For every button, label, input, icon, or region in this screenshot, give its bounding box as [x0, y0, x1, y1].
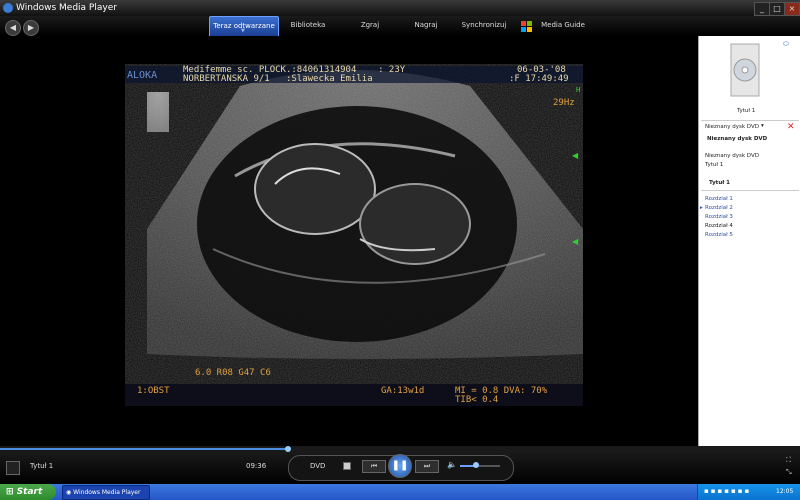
chapter-item[interactable]: Rozdział 4 [705, 223, 733, 229]
minimize-button[interactable]: _ [754, 2, 770, 16]
back-button[interactable]: ◀ [5, 20, 21, 36]
exam-time: :F 17:49:49 [509, 74, 569, 84]
maximize-button[interactable]: □ [769, 2, 785, 16]
brand-label: ALOKA [127, 70, 158, 81]
depth-marker-icon: ◀ [572, 237, 579, 246]
cover-title: Tytuł 1 [737, 108, 756, 114]
pause-button[interactable]: ❚❚ [388, 454, 412, 478]
chapter-item[interactable]: Rozdział 3 [705, 214, 733, 220]
clock: 12:05 [776, 488, 794, 495]
ultrasound-image: ALOKA Medifemme sc. PLOCK.:84061314904 :… [125, 64, 583, 406]
dvd-menu-button[interactable]: DVD [310, 462, 325, 470]
title-bar: Windows Media Player _ □ × [0, 0, 800, 16]
close-button[interactable]: × [784, 2, 800, 16]
taskbar: ⊞ Start ◉ Windows Media Player ▪▪▪▪▪▪▪ 1… [0, 484, 800, 500]
windows-flag-icon: ⊞ [6, 487, 14, 497]
tray-icons[interactable]: ▪▪▪▪▪▪▪ [704, 487, 751, 495]
elapsed-time: 09:36 [246, 462, 267, 470]
thermal-index: TIB< 0.4 [455, 395, 499, 405]
chapter-item[interactable]: Rozdział 1 [705, 196, 733, 202]
gestational-age: GA:13w1d [381, 386, 425, 396]
windows-flag-icon [520, 19, 534, 33]
start-button[interactable]: ⊞ Start [0, 484, 56, 500]
tab-burn[interactable]: Nagraj [405, 16, 447, 36]
volume-handle[interactable] [473, 462, 479, 468]
next-button[interactable]: ⏭ [415, 460, 439, 473]
playlist-panel: ⬭ Tytuł 1 Nieznany dysk DVD ▾ ✕ Nieznany… [698, 36, 800, 446]
volume-slider[interactable] [460, 462, 500, 468]
divider [701, 120, 799, 121]
tab-now-playing[interactable]: Teraz odtwarzane [209, 16, 279, 38]
scan-mode: 1:OBST [137, 386, 170, 396]
ultrasound-scan-graphic [125, 70, 583, 406]
window-title: Windows Media Player [16, 3, 117, 13]
chevron-down-icon[interactable]: ▾ [761, 123, 764, 129]
title-heading[interactable]: Tytuł 1 [709, 180, 730, 186]
taskbar-item-label: Windows Media Player [73, 489, 141, 496]
disc-title: Nieznany dysk DVD [707, 136, 768, 142]
fullscreen-icon[interactable]: ⛶ [786, 456, 791, 465]
media-player-icon: ◉ [66, 489, 72, 496]
tree-disc[interactable]: Nieznany dysk DVD [705, 153, 759, 159]
tab-label: Nagraj [414, 21, 438, 29]
panel-toggle-icon[interactable]: ⬭ [783, 40, 789, 49]
header-line-2: NORBERTANSKA 9/1 :Slawecka Emilia [183, 74, 373, 84]
seek-progress [0, 448, 288, 450]
tab-library[interactable]: Biblioteka [280, 16, 336, 36]
taskbar-item[interactable]: ◉ Windows Media Player [62, 485, 150, 500]
depth-marker-icon: ◀ [572, 151, 579, 160]
navigation-bar: ◀ ▶ Teraz odtwarzane ▼ Biblioteka Zgraj … [0, 16, 800, 38]
tab-label: Media Guide [541, 21, 585, 29]
scan-parameters: 6.0 R08 G47 C6 [195, 368, 271, 378]
tab-label: Biblioteka [290, 21, 326, 29]
marker-h: H [576, 86, 581, 94]
clear-list-icon[interactable]: ✕ [787, 122, 795, 132]
chevron-down-icon[interactable]: ▼ [241, 28, 245, 34]
stop-button[interactable] [343, 462, 351, 470]
previous-button[interactable]: ⏮ [362, 460, 386, 473]
thumbnail-icon [6, 461, 20, 475]
media-player-logo-icon [3, 3, 13, 13]
tab-sync[interactable]: Synchronizuj [458, 16, 510, 36]
divider [701, 190, 799, 191]
frame-rate: 29Hz [553, 98, 575, 108]
chapter-item[interactable]: Rozdział 2 [705, 205, 733, 211]
play-indicator-icon: ▸ [700, 205, 703, 211]
switch-mode-icon[interactable]: ⤡ [786, 468, 792, 477]
tab-label: Synchronizuj [461, 21, 507, 29]
chapter-item[interactable]: Rozdział 5 [705, 232, 733, 238]
tab-label: Zgraj [360, 21, 380, 29]
volume-icon[interactable]: 🔈 [447, 460, 457, 469]
start-label: Start [16, 487, 43, 497]
disc-selector[interactable]: Nieznany dysk DVD [705, 124, 759, 130]
dvd-disc-icon [730, 43, 760, 97]
tab-rip[interactable]: Zgraj [350, 16, 390, 36]
tree-title[interactable]: Tytuł 1 [705, 162, 723, 168]
now-playing-title: Tytuł 1 [30, 462, 54, 470]
forward-button[interactable]: ▶ [23, 20, 39, 36]
system-tray: ▪▪▪▪▪▪▪ 12:05 [697, 484, 800, 500]
dvd-cover [729, 42, 763, 100]
transport-controls: Tytuł 1 09:36 DVD ⏮ ❚❚ ⏭ 🔈 ⛶ ⤡ [0, 452, 800, 484]
tab-media-guide[interactable]: Media Guide [540, 16, 586, 36]
